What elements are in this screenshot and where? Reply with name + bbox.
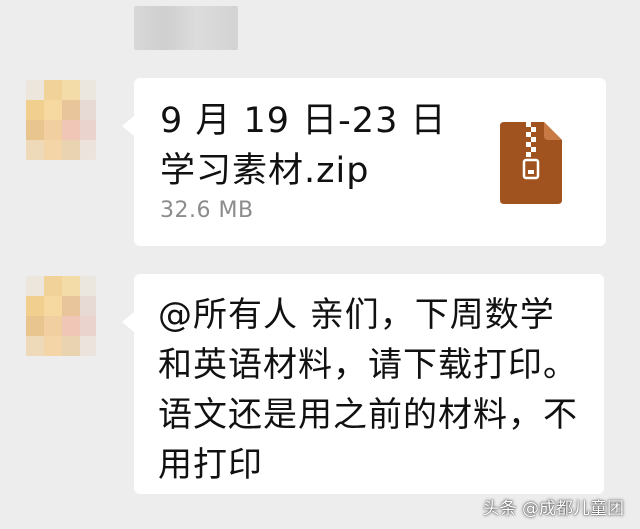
zip-file-icon [500, 122, 562, 204]
avatar[interactable] [26, 80, 96, 160]
file-name: 9 月 19 日-23 日学习素材.zip [160, 101, 447, 191]
sender-name [134, 6, 238, 50]
avatar[interactable] [26, 276, 96, 356]
file-size: 32.6 MB [160, 198, 254, 223]
file-message-bubble[interactable]: 9 月 19 日-23 日学习素材.zip 32.6 MB [122, 78, 606, 246]
text-message-bubble[interactable]: @所有人 亲们，下周数学 和英语材料，请下载打印。 语文还是用之前的材料，不 用… [122, 274, 604, 494]
watermark: 头条 @成都儿童团 [482, 499, 624, 519]
message-text: @所有人 亲们，下周数学 和英语材料，请下载打印。 语文还是用之前的材料，不 用… [158, 295, 578, 485]
